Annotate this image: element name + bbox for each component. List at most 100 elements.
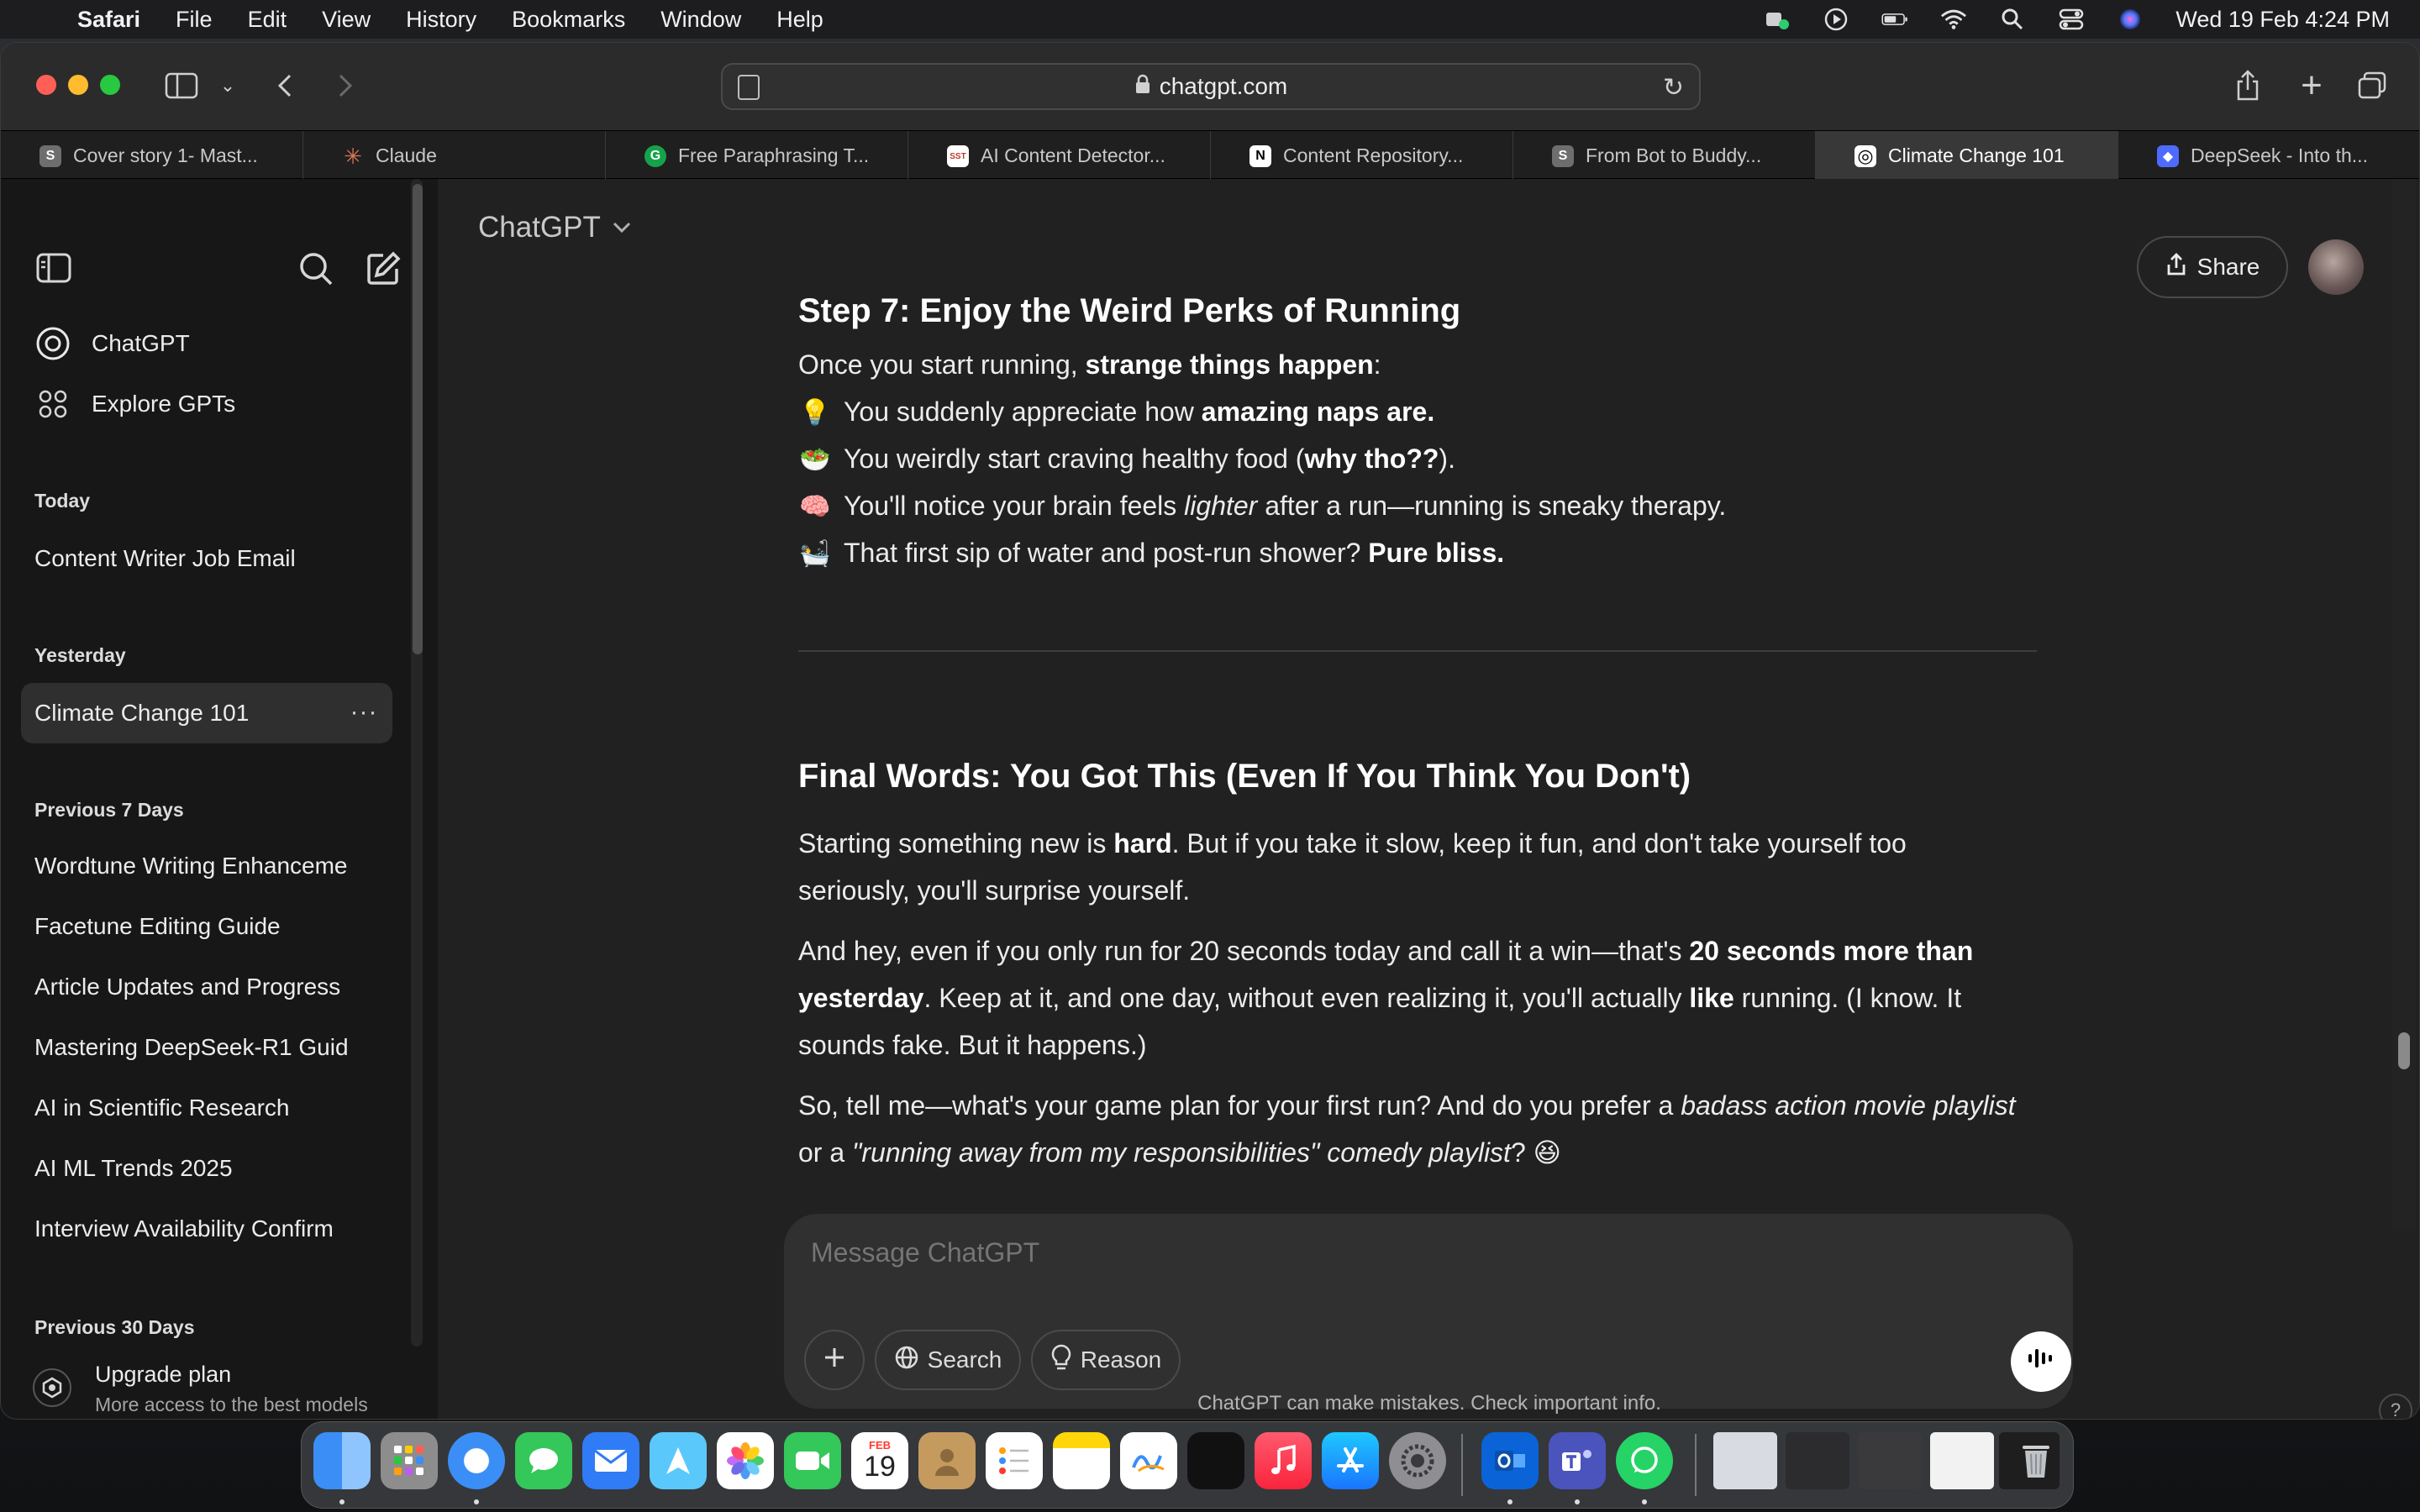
minimized-window-thumbnail[interactable] — [1713, 1432, 1777, 1489]
upgrade-subtitle: More access to the best models — [95, 1394, 368, 1415]
tab-paraphrasing[interactable]: G Free Paraphrasing T... — [606, 131, 908, 180]
close-sidebar-icon[interactable] — [33, 249, 75, 286]
messages-icon[interactable] — [515, 1432, 572, 1489]
share-button[interactable]: Share — [2137, 236, 2288, 298]
menu-edit[interactable]: Edit — [248, 7, 287, 33]
sidebar-toggle-icon[interactable] — [162, 65, 201, 107]
upgrade-plan-button[interactable]: Upgrade plan More access to the best mod… — [21, 1355, 408, 1419]
trash-icon[interactable] — [2012, 1432, 2060, 1489]
address-bar[interactable]: chatgpt.com ↻ — [721, 63, 1701, 110]
menu-app-name[interactable]: Safari — [77, 7, 140, 33]
calendar-day: 19 — [864, 1451, 896, 1483]
spotlight-search-icon[interactable] — [1999, 8, 2026, 31]
tab-climate-change[interactable]: ◎ Climate Change 101 — [1816, 131, 2118, 180]
upload-icon — [2165, 252, 2187, 282]
main-scrollbar-track[interactable] — [2392, 179, 2416, 1229]
menu-help[interactable]: Help — [776, 7, 823, 33]
search-button[interactable]: Search — [875, 1330, 1021, 1390]
teams-status-icon[interactable] — [1764, 8, 1791, 31]
safari-icon[interactable] — [448, 1432, 505, 1489]
wifi-icon[interactable] — [1940, 8, 1967, 31]
reminders-icon[interactable] — [986, 1432, 1043, 1489]
photos-icon[interactable] — [717, 1432, 774, 1489]
app-store-icon[interactable] — [1322, 1432, 1379, 1489]
chat-history-item[interactable]: Facetune Editing Guide — [34, 913, 354, 940]
contacts-icon[interactable] — [918, 1432, 976, 1489]
final-words-heading: Final Words: You Got This (Even If You T… — [798, 758, 1691, 795]
new-chat-icon[interactable] — [362, 248, 404, 290]
back-arrow-icon[interactable] — [270, 65, 300, 107]
facetime-icon[interactable] — [784, 1432, 841, 1489]
share-page-icon[interactable] — [2231, 65, 2265, 107]
sidebar-scrollbar-thumb[interactable] — [413, 184, 423, 654]
chat-history-item[interactable]: Interview Availability Confirm — [34, 1215, 354, 1242]
whatsapp-icon[interactable] — [1616, 1432, 1673, 1489]
message-input[interactable] — [811, 1237, 1987, 1268]
minimized-window-thumbnail[interactable] — [1858, 1432, 1922, 1489]
menu-history[interactable]: History — [406, 7, 476, 33]
maximize-window-button[interactable] — [100, 75, 120, 95]
chat-history-item[interactable]: Article Updates and Progress — [34, 974, 354, 1000]
tab-overview-icon[interactable] — [2355, 65, 2389, 107]
claude-logo-icon: ✳ — [344, 143, 362, 169]
menu-window[interactable]: Window — [660, 7, 741, 33]
chat-history-item[interactable]: Mastering DeepSeek-R1 Guid — [34, 1034, 354, 1061]
new-tab-icon[interactable]: + — [2295, 65, 2328, 107]
menu-bookmarks[interactable]: Bookmarks — [512, 7, 625, 33]
outlook-icon[interactable] — [1481, 1432, 1539, 1489]
sidebar-item-chatgpt[interactable]: ChatGPT — [92, 330, 190, 357]
siri-icon[interactable] — [2117, 8, 2144, 31]
reader-view-icon[interactable] — [738, 75, 760, 100]
chat-history-item[interactable]: Content Writer Job Email — [34, 545, 296, 572]
tab-cover-story[interactable]: S Cover story 1- Mast... — [1, 131, 303, 180]
apple-tv-icon[interactable] — [1187, 1432, 1244, 1489]
tab-claude[interactable]: ✳ Claude — [303, 131, 606, 180]
voice-mode-button[interactable] — [2011, 1331, 2071, 1392]
chevron-down-icon[interactable]: ⌄ — [218, 65, 238, 107]
tab-bot-to-buddy[interactable]: S From Bot to Buddy... — [1513, 131, 1816, 180]
close-window-button[interactable] — [36, 75, 56, 95]
system-settings-icon[interactable] — [1389, 1432, 1446, 1489]
minimized-window-thumbnail[interactable] — [1930, 1432, 1994, 1489]
model-selector[interactable]: ChatGPT — [478, 211, 631, 244]
teams-icon[interactable] — [1549, 1432, 1606, 1489]
more-options-icon[interactable]: ··· — [349, 698, 379, 726]
safari-window: ⌄ chatgpt.com ↻ + S Cover story 1- Mast..… — [0, 42, 2420, 1420]
sidebar-item-explore-gpts[interactable]: Explore GPTs — [92, 391, 235, 417]
menu-file[interactable]: File — [176, 7, 213, 33]
minimize-window-button[interactable] — [68, 75, 88, 95]
notes-icon[interactable] — [1053, 1432, 1110, 1489]
calendar-icon[interactable]: FEB 19 — [851, 1432, 908, 1489]
reason-button[interactable]: Reason — [1031, 1330, 1181, 1390]
brain-icon: 🧠 — [799, 493, 831, 521]
menubar-clock[interactable]: Wed 19 Feb 4:24 PM — [2175, 7, 2390, 33]
freeform-icon[interactable] — [1120, 1432, 1177, 1489]
running-indicator — [1575, 1499, 1580, 1504]
launchpad-icon[interactable] — [381, 1432, 438, 1489]
play-status-icon[interactable] — [1823, 8, 1849, 31]
reload-icon[interactable]: ↻ — [1663, 73, 1684, 102]
menu-view[interactable]: View — [322, 7, 371, 33]
battery-icon[interactable] — [1881, 8, 1908, 31]
chat-history-item[interactable]: AI in Scientific Research — [34, 1095, 354, 1121]
mail-icon[interactable] — [582, 1432, 639, 1489]
search-chats-icon[interactable] — [295, 248, 337, 290]
running-indicator — [474, 1499, 479, 1504]
tab-deepseek[interactable]: ◆ DeepSeek - Into th... — [2118, 131, 2419, 180]
tab-ai-detector[interactable]: SST AI Content Detector... — [908, 131, 1211, 180]
attach-button[interactable] — [804, 1330, 865, 1390]
minimized-window-thumbnail[interactable] — [1786, 1432, 1849, 1489]
tab-content-repository[interactable]: N Content Repository... — [1211, 131, 1513, 180]
main-scrollbar-thumb[interactable] — [2398, 1032, 2410, 1069]
chat-history-item[interactable]: Wordtune Writing Enhanceme — [34, 853, 354, 879]
lightbulb-icon: 💡 — [799, 399, 831, 427]
avatar[interactable] — [2308, 239, 2364, 295]
maps-icon[interactable] — [650, 1432, 707, 1489]
control-center-icon[interactable] — [2058, 8, 2085, 31]
finder-icon[interactable] — [313, 1432, 371, 1489]
waveform-icon — [2026, 1346, 2056, 1378]
music-icon[interactable] — [1255, 1432, 1312, 1489]
forward-arrow-icon[interactable] — [330, 65, 360, 107]
chat-history-item[interactable]: AI ML Trends 2025 — [34, 1155, 354, 1182]
chat-history-item[interactable]: Climate Change 101 — [34, 700, 249, 727]
